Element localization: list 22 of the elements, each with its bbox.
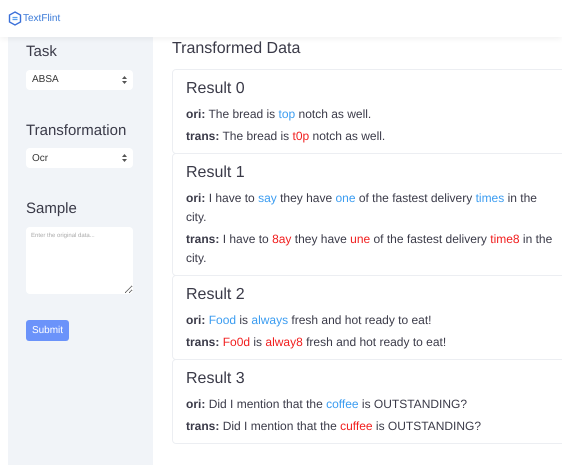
field-label: Sample (26, 199, 77, 219)
transformed-sentence: trans: Fo0d is alway8 fresh and hot ready to eat! (186, 334, 448, 351)
select-field[interactable]: ABSA (26, 70, 133, 90)
field-label: Task (26, 42, 57, 62)
result-title: Result 1 (186, 163, 245, 183)
original-sentence: ori: I have to say they have one of the fastest delivery times in the city. (186, 190, 538, 226)
original-sentence: ori: Food is always fresh and hot ready to eat! (186, 312, 433, 329)
sort-icon (122, 76, 127, 84)
original-sentence: ori: The bread is top notch as well. (186, 106, 372, 123)
field-label: Transformation (26, 120, 126, 140)
result-title: Result 2 (186, 285, 245, 305)
page-title: Transformed Data (172, 39, 300, 59)
select-field[interactable]: Ocr (26, 148, 133, 168)
result-title: Result 0 (186, 79, 245, 99)
transformed-sentence: trans: The bread is t0p notch as well. (186, 128, 386, 145)
original-sentence: ori: Did I mention that the coffee is OUTSTANDING? (186, 396, 468, 413)
result-title: Result 3 (186, 369, 245, 389)
transformed-sentence: trans: I have to 8ay they have une of the fastest delivery time8 in the city. (186, 231, 554, 267)
transformed-sentence: trans: Did I mention that the cuffee is OUTSTANDING? (186, 418, 482, 435)
logo-text: TextFlint (23, 12, 60, 26)
sort-icon (122, 154, 127, 162)
logo-icon (8, 11, 22, 26)
